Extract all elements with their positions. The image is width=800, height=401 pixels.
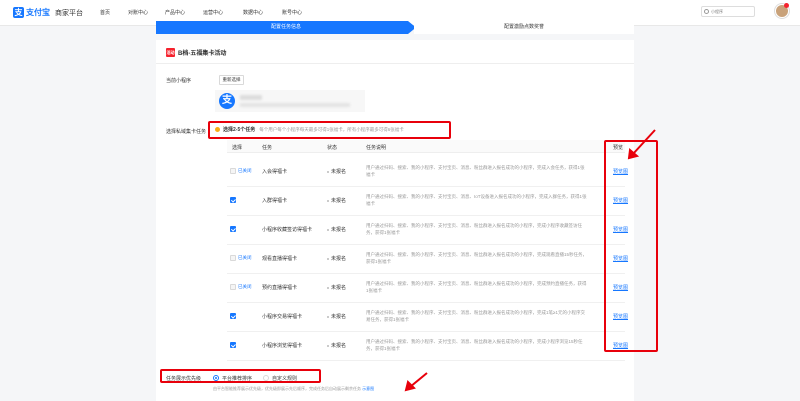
task-checkbox[interactable] — [230, 313, 236, 319]
closed-label: 已关闭 — [238, 284, 252, 289]
nav-operations[interactable]: 运营中心 — [203, 9, 223, 16]
mini-program-name-redacted — [240, 95, 262, 100]
task-checkbox[interactable] — [230, 284, 236, 290]
preview-link[interactable]: 预览图 — [613, 313, 628, 320]
search-input[interactable] — [711, 7, 751, 16]
status-dot-icon — [327, 228, 329, 231]
nav-home[interactable]: 首页 — [100, 9, 110, 16]
platform-title: 商家平台 — [55, 10, 83, 17]
reselect-button[interactable]: 重新选择 — [219, 75, 244, 85]
nav-data[interactable]: 数据中心 — [243, 9, 263, 16]
status-dot-icon — [327, 286, 329, 289]
status-text: 未报名 — [331, 169, 347, 175]
task-select-label: 选择私域集卡任务 — [166, 129, 207, 135]
task-table-header — [227, 140, 625, 153]
task-name: 观看直播得福卡 — [262, 256, 298, 262]
status-dot-icon — [327, 344, 329, 347]
status-dot-icon — [327, 170, 329, 173]
notification-badge — [784, 3, 789, 8]
task-checkbox[interactable] — [230, 342, 236, 348]
task-status: 未报名 — [327, 255, 346, 262]
status-text: 未报名 — [331, 198, 347, 204]
mini-program-card — [215, 90, 365, 112]
preview-link[interactable]: 预览图 — [613, 226, 628, 233]
task-checkbox[interactable] — [230, 226, 236, 232]
preview-link[interactable]: 预览图 — [613, 197, 628, 204]
task-name: 小程序交易得福卡 — [262, 314, 303, 320]
preview-link[interactable]: 预览图 — [613, 284, 628, 291]
status-text: 未报名 — [331, 227, 347, 233]
task-name: 小程序收藏签访得福卡 — [262, 227, 313, 233]
alipay-logo-text: 支付宝 — [26, 8, 50, 17]
preview-link[interactable]: 预览图 — [613, 255, 628, 262]
alipay-logo-icon: 支 — [13, 7, 24, 18]
task-name: 预约直播得福卡 — [262, 285, 298, 291]
closed-label: 已关闭 — [238, 255, 252, 260]
priority-footnote: 由平台智能推荐展示优先级，优先级即展示先后顺序，完成任务后自动展示剩余任务 示意… — [213, 386, 374, 392]
status-text: 未报名 — [331, 256, 347, 262]
col-select: 选择 — [232, 145, 243, 151]
col-status: 状态 — [327, 145, 338, 151]
nav-reconciliation[interactable]: 对账中心 — [128, 9, 148, 16]
task-desc: 用户通过扫码、搜索、我的小程序、支付宝页、消息、粉丝群进入报名成功的小程序，完成… — [366, 281, 587, 293]
search-icon — [704, 9, 709, 14]
col-preview: 预览 — [613, 145, 624, 151]
task-desc: 用户通过扫码、搜索、我的小程序、支付宝页、消息、粉丝群进入报名成功的小程序，完成… — [366, 165, 585, 177]
col-desc: 任务说明 — [366, 145, 387, 151]
task-hint-desc: 每个用户每个小程序每天最多可得1张福卡，所有小程序最多可得6张福卡 — [259, 126, 404, 132]
task-hint-title: 选择2-5个任务 — [223, 127, 256, 133]
task-name: 入群得福卡 — [262, 198, 288, 204]
task-status: 未报名 — [327, 284, 346, 291]
task-name: 小程序浏览得福卡 — [262, 343, 303, 349]
step-config-task[interactable]: 配置任务信息 — [156, 21, 416, 34]
step-indicator: 配置任务信息 配置激励点数奖誉 — [156, 21, 634, 34]
task-desc: 用户通过扫码、搜索、我的小程序、支付宝页、消息、粉丝群进入报名成功的小程序，完成… — [366, 310, 585, 322]
task-status: 未报名 — [327, 342, 346, 349]
priority-label: 任务展示优先级 — [166, 376, 202, 382]
preview-link[interactable]: 预览图 — [613, 168, 628, 175]
closed-label: 已关闭 — [238, 168, 252, 173]
search-box[interactable] — [701, 6, 755, 17]
activity-icon: 活动 — [166, 48, 175, 57]
status-text: 未报名 — [331, 343, 347, 349]
task-desc: 用户通过扫码、搜索、我的小程序、支付宝页、消息、粉丝群进入报名成功的小程序，完成… — [366, 252, 588, 264]
status-dot-icon — [327, 315, 329, 318]
task-checkbox[interactable] — [230, 197, 236, 203]
task-hint: 选择2-5个任务 每个用户每个小程序每天最多可得1张福卡，所有小程序最多可得6张… — [215, 126, 404, 133]
task-status: 未报名 — [327, 313, 346, 320]
warning-dot-icon — [215, 127, 220, 132]
status-dot-icon — [327, 257, 329, 260]
mini-program-logo: 支 — [219, 93, 235, 109]
task-desc: 用户通过扫码、搜索、我的小程序、支付宝页、消息、IoT设备进入报名成功的小程序，… — [366, 194, 587, 206]
radio-custom-rule-label[interactable]: 自定义规则 — [272, 375, 297, 382]
status-text: 未报名 — [331, 314, 347, 320]
radio-platform-recommend[interactable] — [213, 375, 219, 381]
activity-title: 活动 B档-五福集卡活动 — [166, 48, 226, 57]
radio-platform-recommend-label[interactable]: 平台推荐排序 — [222, 375, 252, 382]
task-name: 入会得福卡 — [262, 169, 288, 175]
mini-program-label: 当前小程序 — [166, 78, 192, 84]
step-config-reward[interactable]: 配置激励点数奖誉 — [414, 21, 634, 34]
radio-custom-rule[interactable] — [263, 375, 269, 381]
nav-products[interactable]: 产品中心 — [165, 9, 185, 16]
nav-account[interactable]: 账号中心 — [282, 9, 302, 16]
task-desc: 用户通过扫码、搜索、我的小程序、支付宝页、消息、粉丝群进入报名成功的小程序，完成… — [366, 339, 583, 351]
task-desc: 用户通过扫码、搜索、我的小程序、支付宝页、消息、粉丝群进入报名成功的小程序，完成… — [366, 223, 582, 235]
activity-title-text: B档-五福集卡活动 — [178, 51, 227, 57]
mini-program-desc-redacted — [240, 103, 350, 107]
status-text: 未报名 — [331, 285, 347, 291]
task-checkbox[interactable] — [230, 255, 236, 261]
col-task: 任务 — [262, 145, 273, 151]
task-status: 未报名 — [327, 226, 346, 233]
task-status: 未报名 — [327, 168, 346, 175]
task-status: 未报名 — [327, 197, 346, 204]
example-image-link[interactable]: 示意图 — [362, 386, 374, 391]
card-divider — [156, 63, 634, 64]
task-checkbox[interactable] — [230, 168, 236, 174]
priority-footnote-text: 由平台智能推荐展示优先级，优先级即展示先后顺序，完成任务后自动展示剩余任务 — [213, 386, 361, 391]
status-dot-icon — [327, 199, 329, 202]
alipay-logo[interactable]: 支 支付宝 — [13, 7, 50, 18]
preview-link[interactable]: 预览图 — [613, 342, 628, 349]
